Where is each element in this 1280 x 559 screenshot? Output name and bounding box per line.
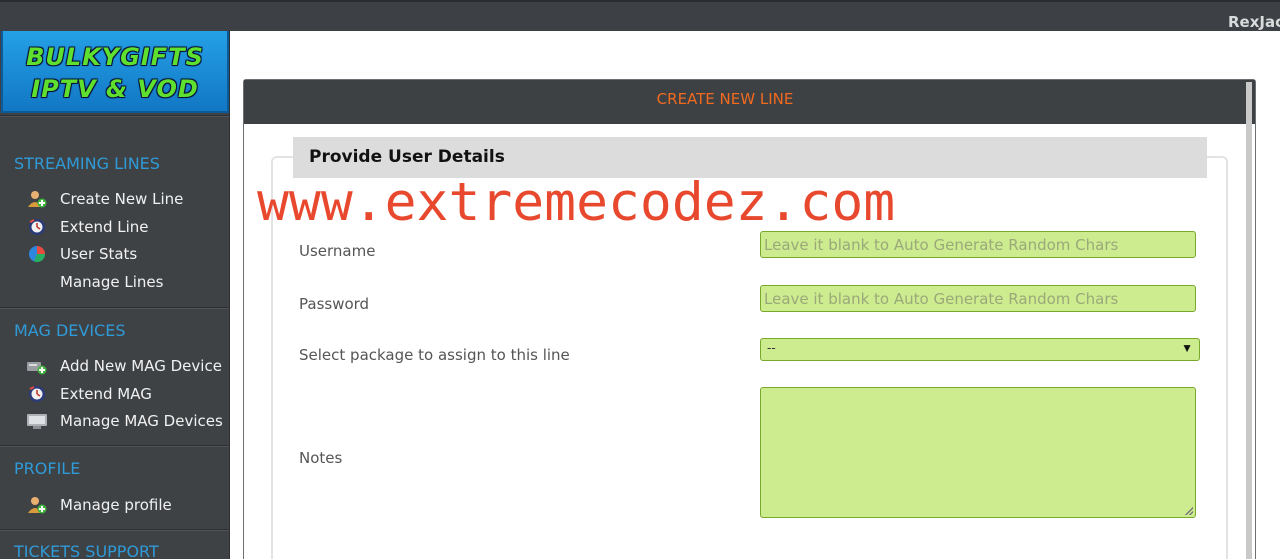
section-profile: PROFILE Manage profile <box>0 445 229 530</box>
sidebar-item-label: Create New Line <box>60 190 184 208</box>
section-title: MAG DEVICES <box>14 321 126 340</box>
notes-textarea[interactable] <box>760 387 1196 518</box>
panel-header: CREATE NEW LINE <box>244 80 1255 124</box>
package-select-value: -- <box>767 340 776 355</box>
notes-label: Notes <box>299 449 343 467</box>
sidebar-item-label: User Stats <box>60 245 138 263</box>
watermark-text: www.extremecodez.com <box>257 172 896 233</box>
top-bar: RexJac <box>0 0 1280 31</box>
section-title: TICKETS SUPPORT <box>14 542 159 559</box>
sidebar-item-label: Manage MAG Devices <box>60 412 223 430</box>
sidebar-item-extend-line[interactable]: Extend Line <box>26 215 226 239</box>
legend-title: Provide User Details <box>309 147 505 167</box>
sidebar-item-manage-lines[interactable]: Manage Lines <box>26 270 226 294</box>
sidebar-item-add-new-mag-device[interactable]: Add New MAG Device <box>26 354 226 378</box>
logo[interactable]: BULKYGIFTS IPTV & VOD <box>1 31 229 113</box>
sidebar-item-label: Manage profile <box>60 496 172 514</box>
sidebar-item-label: Manage Lines <box>60 273 164 291</box>
section-title: PROFILE <box>14 459 81 478</box>
panel-scrollbar[interactable] <box>1246 82 1252 559</box>
logo-line-2: IPTV & VOD <box>31 75 199 103</box>
resize-grip-icon[interactable] <box>1185 507 1193 515</box>
password-label: Password <box>299 295 370 313</box>
username-input[interactable] <box>760 231 1196 258</box>
clock-icon <box>29 386 45 402</box>
section-tickets-support: TICKETS SUPPORT <box>0 529 229 559</box>
monitor-icon <box>27 414 47 429</box>
section-streaming-lines: STREAMING LINES Create New Line Extend L… <box>0 115 229 308</box>
add-device-icon <box>27 362 47 375</box>
pie-chart-icon <box>29 246 46 263</box>
user-icon <box>28 497 47 514</box>
sidebar-item-create-new-line[interactable]: Create New Line <box>26 187 226 211</box>
sidebar-item-user-stats[interactable]: User Stats <box>26 242 226 266</box>
logo-line-1: BULKYGIFTS <box>26 43 204 71</box>
clock-icon <box>29 219 45 235</box>
sidebar-item-manage-mag-devices[interactable]: Manage MAG Devices <box>26 409 226 433</box>
sidebar-item-label: Extend Line <box>60 218 149 236</box>
password-input[interactable] <box>760 285 1196 312</box>
panel-title: CREATE NEW LINE <box>656 90 794 108</box>
username-display[interactable]: RexJac <box>1228 13 1280 31</box>
caret-down-icon: ▼ <box>1181 341 1193 355</box>
username-label: Username <box>299 242 376 260</box>
package-label: Select package to assign to this line <box>299 346 570 364</box>
sidebar-item-label: Extend MAG <box>60 385 152 403</box>
sidebar-item-extend-mag[interactable]: Extend MAG <box>26 382 226 406</box>
sidebar: BULKYGIFTS IPTV & VOD STREAMING LINES Cr… <box>0 31 230 559</box>
section-title: STREAMING LINES <box>14 154 160 173</box>
section-mag-devices: MAG DEVICES Add New MAG Device Extend MA… <box>0 307 229 446</box>
add-user-icon <box>28 191 47 208</box>
package-select[interactable]: -- ▼ <box>760 338 1200 361</box>
sidebar-item-manage-profile[interactable]: Manage profile <box>26 493 226 517</box>
sidebar-item-label: Add New MAG Device <box>60 357 222 375</box>
